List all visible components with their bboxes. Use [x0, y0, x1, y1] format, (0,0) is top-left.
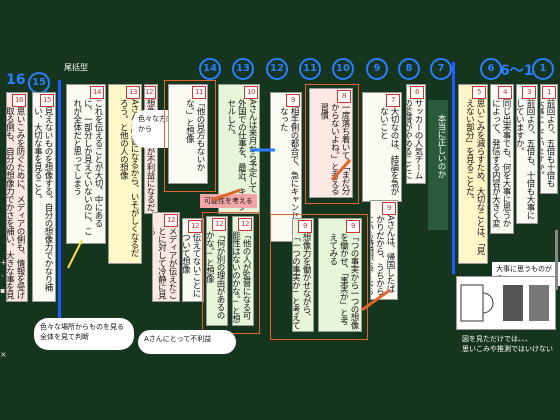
arrow-orange-1	[211, 188, 241, 202]
chalkboard: 尾括型 16 15 14 13 12 11 10 9 8 7 6 6〜1 1 1…	[0, 0, 560, 420]
tool-zoom-icon[interactable]: ◦	[0, 272, 10, 282]
tool-pen-icon[interactable]: +	[0, 258, 10, 268]
arrow-yellow	[67, 239, 83, 269]
arrows-layer	[67, 148, 391, 312]
arrow-orange-3	[361, 288, 391, 312]
scrollbar[interactable]	[555, 230, 558, 290]
close-icon[interactable]: ×	[0, 350, 10, 360]
tool-eraser-icon[interactable]: ▪	[0, 286, 10, 296]
arrow-orange-2	[330, 158, 352, 182]
